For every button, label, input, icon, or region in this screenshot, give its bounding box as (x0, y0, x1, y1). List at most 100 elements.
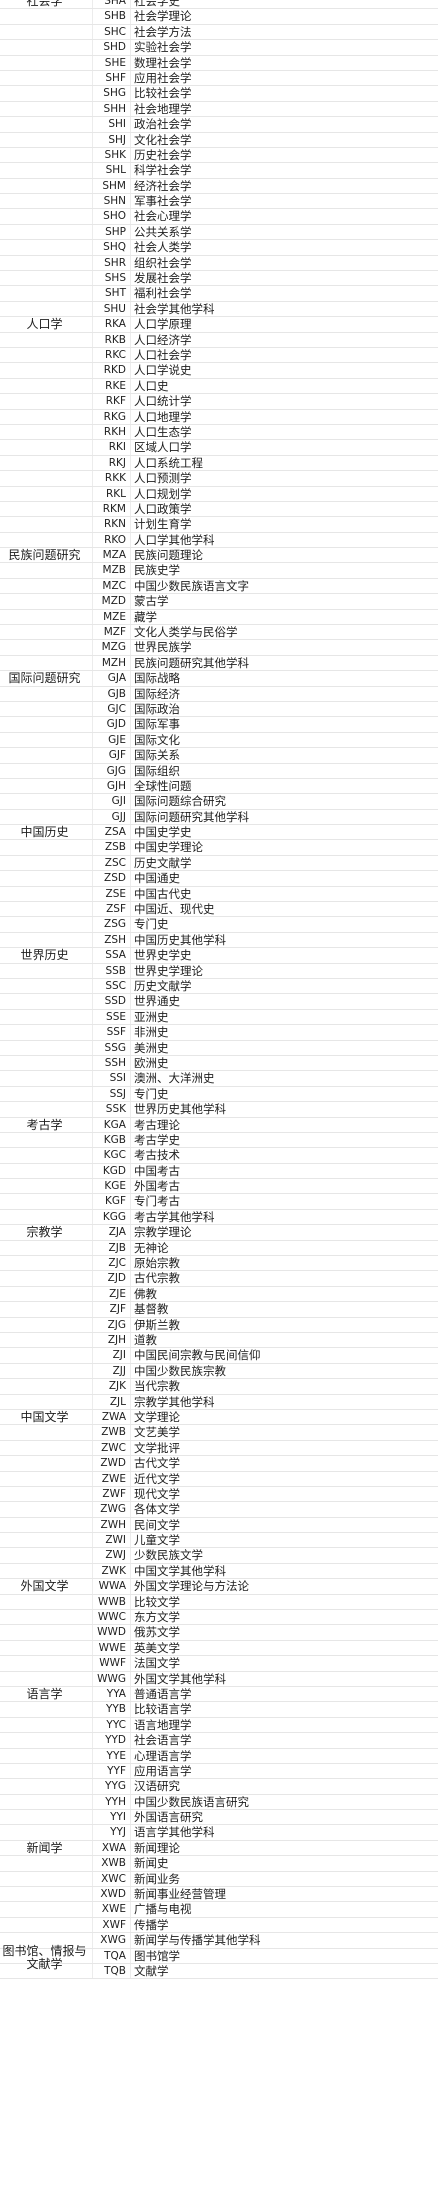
subject-name: 汉语研究 (134, 1779, 180, 1794)
subject-name: 中国少数民族语言文字 (134, 578, 249, 593)
table-row: RKK 人口预测学 (0, 471, 438, 487)
subject-name: 中国历史其他学科 (134, 932, 226, 947)
table-row: WWD 俄苏文学 (0, 1625, 438, 1641)
subject-name: 新闻理论 (134, 1840, 180, 1855)
subject-code-table: 社会学 SHA 社会学史 SHB 社会学理论 SHC 社会学方法 SHD 实验社会学 SHE 数理社… (0, 0, 438, 1980)
subject-name: 考古理论 (134, 1117, 180, 1132)
subject-code: ZWA (101, 1410, 126, 1423)
subject-code: RKB (104, 333, 126, 346)
subject-name: 基督教 (134, 1302, 169, 1317)
table-row: RKH 人口生态学 (0, 425, 438, 441)
subject-code: ZSB (104, 841, 126, 854)
subject-code: TQB (104, 1965, 126, 1977)
subject-name: 人口系统工程 (134, 455, 203, 470)
subject-code: SSF (106, 1026, 126, 1039)
subject-name: 考古学史 (134, 1132, 180, 1147)
subject-name: 非洲史 (134, 1025, 169, 1040)
subject-code: YYH (105, 1795, 126, 1808)
subject-name: 中国考古 (134, 1163, 180, 1178)
subject-code: ZJI (112, 1349, 126, 1362)
subject-name: 各体文学 (134, 1502, 180, 1517)
table-row: GJB 国际经济 (0, 687, 438, 702)
table-row: ZSF 中国近、现代史 (0, 902, 438, 918)
subject-name: 国际组织 (134, 763, 180, 778)
subject-code: YYD (105, 1734, 126, 1747)
subject-name: 数理社会学 (134, 55, 192, 70)
subject-name: 社会学史 (134, 0, 180, 8)
subject-name: 组织社会学 (134, 255, 192, 270)
table-row: 图书馆、情报与文献学 TQA 图书馆学 (0, 1944, 438, 1970)
subject-name: 科学社会学 (134, 163, 192, 178)
subject-code: SSA (105, 949, 126, 962)
table-row: SHO 社会心理学 (0, 209, 438, 225)
subject-name: 国际关系 (134, 748, 180, 763)
subject-code: XWG (100, 1934, 126, 1947)
subject-name: 文学批评 (134, 1440, 180, 1455)
table-row: WWF 法国文学 (0, 1656, 438, 1672)
subject-code: GJE (108, 733, 126, 746)
table-row: 国际问题研究 GJA 国际战略 (0, 671, 438, 687)
subject-code: SSC (105, 980, 126, 992)
subject-name: 人口规划学 (134, 486, 192, 501)
subject-code: ZSC (104, 856, 126, 869)
table-row: MZG 世界民族学 (0, 640, 438, 656)
category-label: 宗教学 (26, 1225, 63, 1240)
table-row: KGF 专门考古 (0, 1194, 438, 1210)
table-row: SHR 组织社会学 (0, 255, 438, 272)
table-row: ZSD 中国通史 (0, 871, 438, 887)
subject-name: 新闻学与传播学其他学科 (134, 1933, 261, 1948)
table-row: SSC 历史文献学 (0, 979, 438, 995)
subject-name: 国际问题研究其他学科 (134, 809, 249, 824)
table-row: YYI 外国语言研究 (0, 1810, 438, 1826)
subject-code: ZJJ (112, 1364, 126, 1377)
table-row: GJE 国际文化 (0, 733, 438, 749)
subject-name: 语言学其他学科 (134, 1825, 215, 1840)
table-row: 语言学 YYA 普通语言学 (0, 1687, 438, 1703)
table-row: WWC 东方文学 (0, 1610, 438, 1626)
subject-code: GJG (106, 764, 126, 777)
table-row: ZJI 中国民间宗教与民间信仰 (0, 1348, 438, 1364)
table-row: 外国文学 WWA 外国文学理论与方法论 (0, 1579, 438, 1595)
table-row: TQB 文献学 (0, 1964, 438, 1980)
subject-code: GJF (108, 749, 126, 762)
subject-code: SHE (104, 56, 126, 69)
subject-code: TQA (104, 1949, 126, 1962)
subject-code: ZWG (100, 1503, 126, 1516)
subject-code: SHJ (108, 133, 126, 146)
table-row: RKJ 人口系统工程 (0, 455, 438, 472)
table-row: YYB 比较语言学 (0, 1702, 438, 1718)
subject-code: KGC (103, 1149, 126, 1162)
category-label: 世界历史 (20, 948, 69, 963)
table-row: YYD 社会语言学 (0, 1733, 438, 1749)
subject-name: 民族问题研究其他学科 (134, 655, 249, 670)
subject-name: 社会学方法 (134, 24, 192, 39)
subject-code: ZSH (104, 933, 126, 946)
subject-code: SHL (105, 164, 126, 177)
subject-code: KGG (102, 1210, 126, 1223)
subject-name: 中国古代史 (134, 886, 192, 901)
subject-code: SHD (103, 41, 126, 54)
subject-code: SSB (105, 964, 126, 977)
subject-code: MZH (101, 656, 126, 669)
subject-name: 世界史学史 (134, 948, 192, 963)
subject-name: 国际问题综合研究 (134, 794, 226, 809)
subject-name: 人口学说史 (134, 363, 192, 378)
table-row: ZSE 中国古代史 (0, 886, 438, 903)
table-row: MZH 民族问题研究其他学科 (0, 655, 438, 672)
table-row: RKO 人口学其他学科 (0, 533, 438, 549)
table-row: SSH 欧洲史 (0, 1056, 438, 1072)
subject-code: ZWI (105, 1534, 126, 1547)
subject-name: 新闻事业经营管理 (134, 1887, 226, 1902)
subject-code: XWA (101, 1841, 126, 1854)
subject-name: 语言地理学 (134, 1717, 192, 1732)
subject-name: 历史文献学 (134, 979, 192, 993)
table-row: YYE 心理语言学 (0, 1749, 438, 1764)
table-row: SSF 非洲史 (0, 1025, 438, 1041)
table-row: XWF 传播学 (0, 1918, 438, 1934)
subject-name: 外国文学其他学科 (134, 1671, 226, 1686)
subject-code: XWD (100, 1888, 126, 1901)
subject-name: 现代文学 (134, 1486, 180, 1501)
subject-name: 宗教学其他学科 (134, 1394, 215, 1409)
subject-name: 亚洲史 (134, 1009, 169, 1024)
table-row: SSJ 专门史 (0, 1087, 438, 1103)
